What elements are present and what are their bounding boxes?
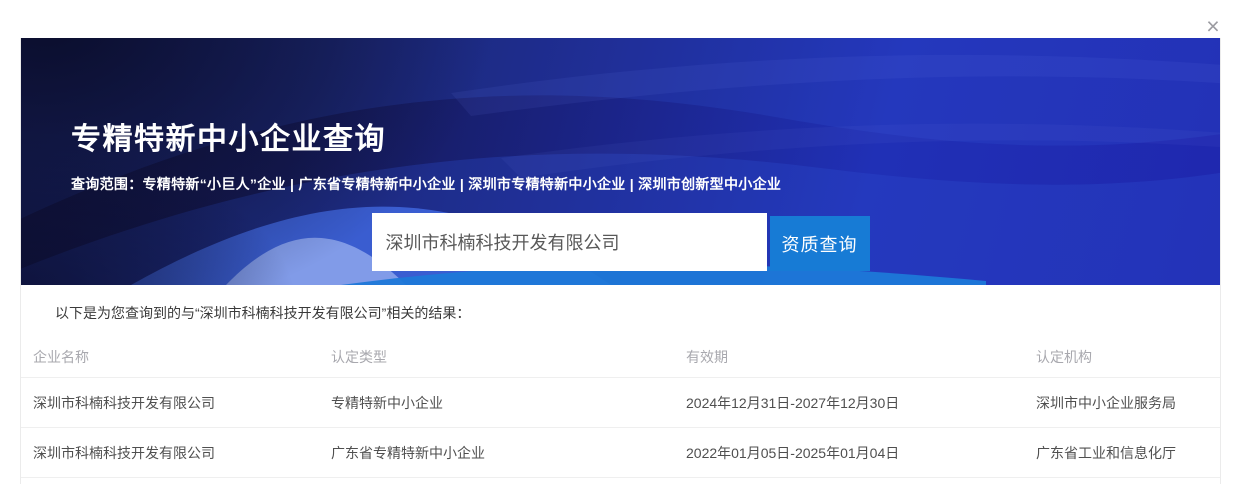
results-summary: 以下是为您查询到的与“深圳市科楠科技开发有限公司”相关的结果： bbox=[55, 303, 1220, 323]
results-table: 企业名称 认定类型 有效期 认定机构 深圳市科楠科技开发有限公司 专精特新中小企… bbox=[21, 337, 1220, 478]
header-company: 企业名称 bbox=[33, 347, 331, 367]
cell-validity: 2022年01月05日-2025年01月04日 bbox=[686, 443, 1036, 463]
table-row: 深圳市科楠科技开发有限公司 广东省专精特新中小企业 2022年01月05日-20… bbox=[21, 428, 1220, 478]
table-row: 深圳市科楠科技开发有限公司 专精特新中小企业 2024年12月31日-2027年… bbox=[21, 378, 1220, 428]
table-header-row: 企业名称 认定类型 有效期 认定机构 bbox=[21, 337, 1220, 378]
query-modal: 专精特新中小企业查询 查询范围：专精特新“小巨人”企业 | 广东省专精特新中小企… bbox=[20, 38, 1221, 484]
banner: 专精特新中小企业查询 查询范围：专精特新“小巨人”企业 | 广东省专精特新中小企… bbox=[21, 38, 1220, 285]
page-title: 专精特新中小企业查询 bbox=[71, 114, 386, 158]
company-search-input[interactable] bbox=[372, 213, 767, 271]
close-icon[interactable]: × bbox=[1199, 12, 1227, 40]
results-section: 以下是为您查询到的与“深圳市科楠科技开发有限公司”相关的结果： 企业名称 认定类… bbox=[21, 285, 1220, 478]
cell-company: 深圳市科楠科技开发有限公司 bbox=[33, 393, 331, 413]
cell-type: 专精特新中小企业 bbox=[331, 393, 686, 413]
header-authority: 认定机构 bbox=[1036, 347, 1220, 367]
cell-type: 广东省专精特新中小企业 bbox=[331, 443, 686, 463]
header-type: 认定类型 bbox=[331, 347, 686, 367]
query-scope-line: 查询范围：专精特新“小巨人”企业 | 广东省专精特新中小企业 | 深圳市专精特新… bbox=[71, 174, 781, 194]
search-bar: 资质查询 bbox=[372, 213, 870, 271]
header-validity: 有效期 bbox=[686, 347, 1036, 367]
cell-authority: 广东省工业和信息化厅 bbox=[1036, 443, 1220, 463]
cell-company: 深圳市科楠科技开发有限公司 bbox=[33, 443, 331, 463]
cell-validity: 2024年12月31日-2027年12月30日 bbox=[686, 393, 1036, 413]
qualification-query-button[interactable]: 资质查询 bbox=[770, 216, 870, 271]
cell-authority: 深圳市中小企业服务局 bbox=[1036, 393, 1220, 413]
